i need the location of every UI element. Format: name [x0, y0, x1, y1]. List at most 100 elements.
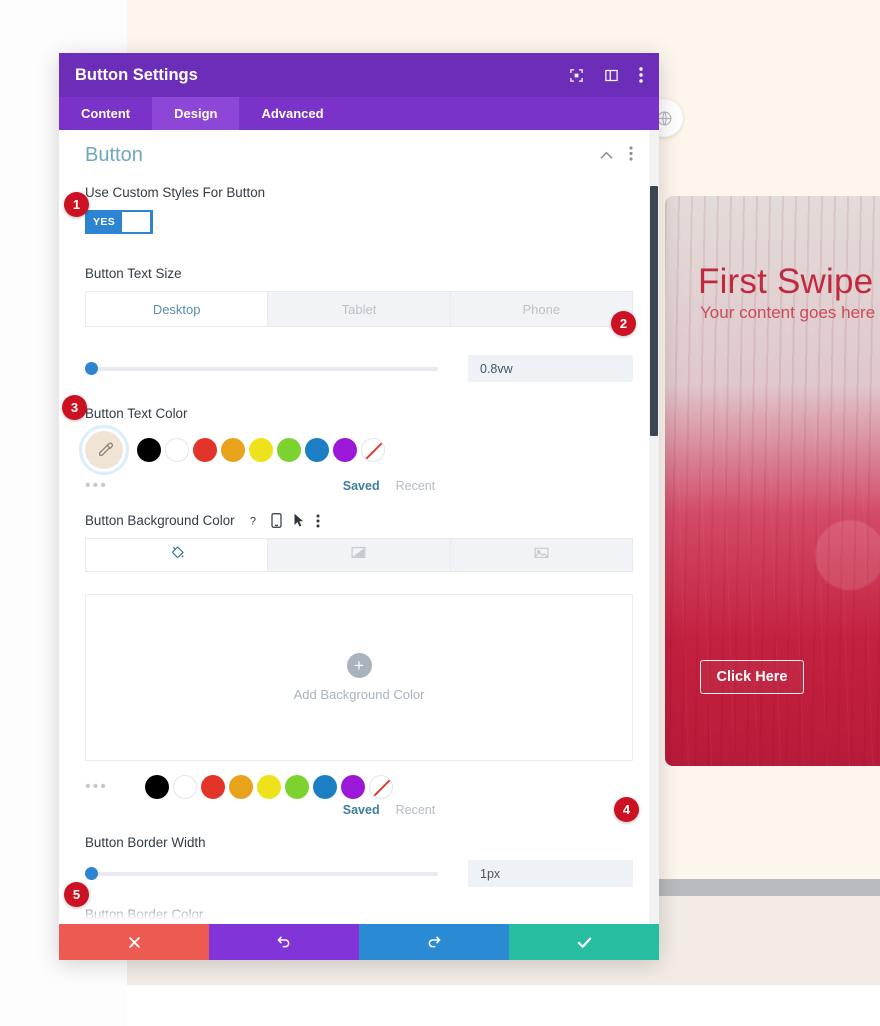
swatch-yellow[interactable]: [249, 438, 273, 462]
paint-bucket-icon: [169, 545, 185, 566]
custom-styles-toggle-wrap: YES: [85, 210, 633, 234]
background-color-ellipsis-icon[interactable]: •••: [85, 778, 141, 796]
redo-button[interactable]: [359, 924, 509, 960]
section-options-icon[interactable]: [629, 145, 633, 166]
preview-icon[interactable]: [569, 68, 584, 83]
device-tab-phone[interactable]: Phone: [451, 292, 632, 326]
image-tab[interactable]: [451, 539, 632, 571]
layout-panel-icon[interactable]: [604, 68, 619, 83]
scrollbar-thumb[interactable]: [650, 186, 658, 436]
toggle-knob: [122, 212, 150, 232]
screen: First Swipe Item Your content goes here …: [0, 0, 880, 1026]
slider-handle[interactable]: [85, 362, 98, 375]
annotation-badge-3: 3: [62, 395, 87, 420]
custom-styles-label: Use Custom Styles For Button: [85, 185, 266, 200]
border-width-slider[interactable]: [85, 865, 454, 883]
background-color-tabs: Saved Recent: [145, 803, 633, 817]
border-width-label: Button Border Width: [85, 835, 206, 850]
modal-body: Button Use Custom Styles For Button YES: [59, 130, 659, 924]
background-more-options-icon[interactable]: [316, 514, 320, 528]
help-icon[interactable]: ?: [246, 514, 260, 528]
settings-scrollbar[interactable]: [649, 130, 659, 924]
swatch-purple[interactable]: [333, 438, 357, 462]
swatch-orange[interactable]: [221, 438, 245, 462]
swatch-black[interactable]: [137, 438, 161, 462]
slider-track: [91, 366, 438, 371]
background-color-label-row: Button Background Color ?: [85, 513, 633, 528]
swatch-red[interactable]: [193, 438, 217, 462]
chevron-up-icon[interactable]: [600, 147, 613, 165]
swipe-item-title: First Swipe Item: [698, 262, 880, 301]
device-tab-desktop[interactable]: Desktop: [86, 292, 269, 326]
background-color-tabs-row: Saved Recent: [85, 803, 633, 817]
svg-text:?: ?: [250, 515, 256, 527]
hover-pointer-icon[interactable]: [293, 513, 305, 528]
bg-swatch-orange[interactable]: [229, 775, 253, 799]
gradient-icon: [350, 544, 367, 566]
swatch-blue[interactable]: [305, 438, 329, 462]
bg-swatch-transparent[interactable]: [369, 775, 393, 799]
bg-swatch-white[interactable]: [173, 775, 197, 799]
add-background-color-dropzone[interactable]: + Add Background Color: [85, 594, 633, 761]
bg-swatch-yellow[interactable]: [257, 775, 281, 799]
border-width-slider-row: 1px: [85, 860, 633, 887]
click-here-button[interactable]: Click Here: [700, 660, 804, 694]
modal-title: Button Settings: [75, 65, 198, 84]
device-tab-tablet[interactable]: Tablet: [268, 292, 451, 326]
annotation-badge-4: 4: [614, 797, 639, 822]
border-color-label: Button Border Color: [85, 907, 204, 922]
bg-swatch-black[interactable]: [145, 775, 169, 799]
tab-content[interactable]: Content: [59, 97, 152, 130]
modal-tabs: Content Design Advanced: [59, 97, 659, 130]
modal-header: Button Settings: [59, 53, 659, 97]
swipe-item-subtitle: Your content goes here: [700, 303, 876, 322]
bg-saved-colors-tab[interactable]: Saved: [343, 803, 380, 817]
text-size-slider-row: 0.8vw: [85, 355, 633, 382]
bg-recent-colors-tab[interactable]: Recent: [396, 803, 436, 817]
plus-icon: +: [346, 653, 372, 678]
button-settings-modal: Button Settings Content Design Advanced …: [59, 53, 659, 960]
bg-swatch-green[interactable]: [285, 775, 309, 799]
swatch-transparent[interactable]: [361, 438, 385, 462]
undo-button[interactable]: [209, 924, 359, 960]
border-slider-track: [91, 871, 438, 876]
saved-colors-tab[interactable]: Saved: [343, 479, 380, 493]
tab-design[interactable]: Design: [152, 97, 240, 130]
cancel-button[interactable]: [59, 924, 209, 960]
bg-swatch-blue[interactable]: [313, 775, 337, 799]
text-color-tabs: Saved Recent: [145, 479, 633, 493]
image-icon: [533, 544, 550, 566]
custom-styles-toggle[interactable]: YES: [85, 210, 153, 234]
save-button[interactable]: [509, 924, 659, 960]
settings-scroll-area: Button Use Custom Styles For Button YES: [59, 130, 659, 924]
add-background-color-label: Add Background Color: [293, 687, 425, 702]
border-width-value[interactable]: 1px: [468, 860, 633, 887]
bg-swatch-purple[interactable]: [341, 775, 365, 799]
more-options-icon[interactable]: [639, 67, 643, 83]
solid-color-tab[interactable]: [86, 539, 269, 571]
section-header-button: Button: [85, 144, 633, 167]
background-swatches: •••: [85, 775, 393, 799]
modal-footer: [59, 924, 659, 960]
swatch-green[interactable]: [277, 438, 301, 462]
modal-header-actions: [569, 67, 643, 83]
recent-colors-tab[interactable]: Recent: [396, 479, 436, 493]
page-footer-area: [127, 985, 880, 1026]
section-title: Button: [85, 144, 143, 166]
gradient-tab[interactable]: [268, 539, 451, 571]
swatch-white[interactable]: [165, 438, 189, 462]
responsive-device-icon[interactable]: [271, 513, 282, 528]
text-size-value[interactable]: 0.8vw: [468, 355, 633, 382]
eyedropper-icon[interactable]: [85, 431, 123, 469]
text-color-label: Button Text Color: [85, 406, 188, 421]
background-color-label: Button Background Color: [85, 513, 235, 528]
annotation-badge-2: 2: [611, 311, 636, 336]
annotation-badge-1: 1: [64, 192, 89, 217]
text-color-swatches: [85, 431, 633, 469]
bg-swatch-red[interactable]: [201, 775, 225, 799]
border-slider-handle[interactable]: [85, 867, 98, 880]
toggle-value-label: YES: [93, 216, 116, 228]
tab-advanced[interactable]: Advanced: [239, 97, 345, 130]
text-size-slider[interactable]: [85, 360, 454, 378]
text-color-ellipsis-icon[interactable]: •••: [85, 477, 145, 495]
